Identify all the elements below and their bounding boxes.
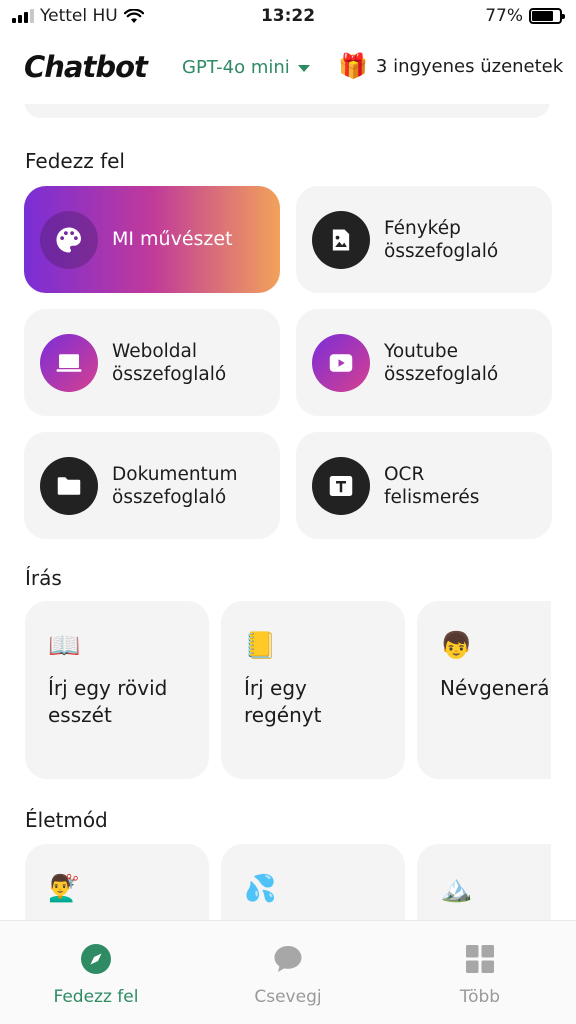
haircut-icon: 💇‍♂️ xyxy=(48,874,81,904)
explore-card-label-line2: összefoglaló xyxy=(112,486,227,508)
free-messages-label: 3 ingyenes üzenetek xyxy=(375,55,564,77)
status-bar: Yettel HU 13:22 77% xyxy=(0,0,576,34)
explore-card-label-line1: OCR xyxy=(384,463,425,485)
tab-label: Fedezz fel xyxy=(53,987,139,1007)
writing-card-label-line1: Írj egy rövid xyxy=(48,676,168,700)
explore-card-youtube-summary[interactable]: Youtube összefoglaló xyxy=(296,309,552,416)
explore-card-label-line1: Weboldal xyxy=(112,340,198,362)
main-scroll-area[interactable]: Fedezz fel MI művészet Fénykép összefogl… xyxy=(0,104,576,920)
folder-icon xyxy=(40,456,98,515)
writing-card-name-generator[interactable]: 👦 Névgenerá xyxy=(417,601,551,779)
image-icon xyxy=(312,210,370,269)
free-messages-button[interactable]: 🎁 3 ingyenes üzenetek xyxy=(338,52,563,80)
app-logo: Chatbot xyxy=(24,50,148,84)
battery-status: 77% xyxy=(485,6,565,26)
grid-icon xyxy=(464,943,496,975)
explore-card-website-summary[interactable]: Weboldal összefoglaló xyxy=(24,309,280,416)
explore-card-label-line2: összefoglaló xyxy=(384,363,499,385)
lifestyle-card[interactable]: 💦 xyxy=(221,844,405,920)
writing-card-label-line1: Írj egy xyxy=(244,676,307,700)
notebook-icon: 📒 xyxy=(244,631,277,661)
explore-card-label-line2: összefoglaló xyxy=(112,363,227,385)
lifestyle-card[interactable]: 💇‍♂️ xyxy=(25,844,209,920)
battery-percent: 77% xyxy=(485,6,523,26)
palette-icon xyxy=(40,210,98,269)
text-icon xyxy=(312,456,370,515)
section-title-lifestyle: Életmód xyxy=(25,808,108,832)
writing-card-label-line2: esszét xyxy=(48,703,112,727)
play-icon xyxy=(312,333,370,392)
writing-card-label-line1: Névgenerá xyxy=(440,676,550,700)
explore-card-label-line1: Fénykép xyxy=(384,217,461,239)
tab-explore[interactable]: Fedezz fel xyxy=(16,943,176,1007)
section-title-writing: Írás xyxy=(25,566,62,590)
caret-down-icon xyxy=(297,65,310,72)
model-name: GPT-4o mini xyxy=(182,57,290,78)
open-book-icon: 📖 xyxy=(48,631,81,661)
explore-card-ai-art[interactable]: MI művészet xyxy=(24,186,280,293)
explore-card-document-summary[interactable]: Dokumentum összefoglaló xyxy=(24,432,280,539)
writing-card-essay[interactable]: 📖 Írj egy rövid esszét xyxy=(25,601,209,779)
lifestyle-card[interactable]: 🏔️ xyxy=(417,844,551,920)
writing-card-novel[interactable]: 📒 Írj egy regényt xyxy=(221,601,405,779)
bottom-navigation: Fedezz fel Csevegj Több xyxy=(0,920,576,1024)
writing-card-label-line2: regényt xyxy=(244,703,322,727)
explore-card-ocr[interactable]: OCR felismerés xyxy=(296,432,552,539)
explore-card-label-line1: Dokumentum xyxy=(112,463,238,485)
explore-card-label-line1: Youtube xyxy=(384,340,458,362)
battery-icon xyxy=(529,8,565,24)
tab-label: Csevegj xyxy=(254,987,322,1007)
sweat-droplets-icon: 💦 xyxy=(244,874,277,904)
boy-face-icon: 👦 xyxy=(440,631,473,661)
tab-more[interactable]: Több xyxy=(400,943,560,1007)
mountain-icon: 🏔️ xyxy=(440,874,473,904)
partial-card[interactable] xyxy=(24,104,550,118)
gift-icon: 🎁 xyxy=(338,52,368,80)
model-selector[interactable]: GPT-4o mini xyxy=(182,57,310,78)
explore-card-label-line2: összefoglaló xyxy=(384,240,499,262)
section-title-explore: Fedezz fel xyxy=(25,149,125,173)
explore-card-photo-summary[interactable]: Fénykép összefoglaló xyxy=(296,186,552,293)
chat-bubble-icon xyxy=(272,943,304,975)
app-header: Chatbot GPT-4o mini 🎁 3 ingyenes üzenete… xyxy=(0,44,576,96)
compass-icon xyxy=(80,943,112,975)
explore-card-label: MI művészet xyxy=(112,228,233,250)
explore-card-label-line2: felismerés xyxy=(384,486,480,508)
tab-label: Több xyxy=(459,987,501,1007)
tab-chat[interactable]: Csevegj xyxy=(208,943,368,1007)
laptop-icon xyxy=(40,333,98,392)
